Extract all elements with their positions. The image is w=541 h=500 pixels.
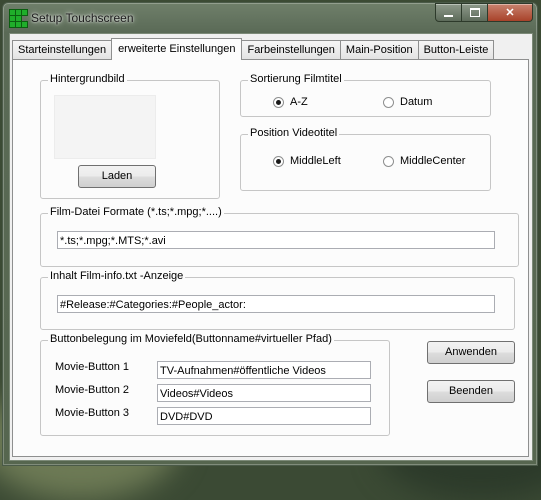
- radio-unselected-icon: [383, 96, 394, 108]
- hintergrundbild-group: Hintergrundbild Laden: [40, 73, 220, 199]
- sort-az-label: A-Z: [290, 96, 308, 108]
- caption-buttons: ✕: [435, 3, 533, 22]
- close-icon: ✕: [505, 7, 515, 19]
- position-middleleft-label: MiddleLeft: [290, 155, 341, 167]
- maximize-icon: [469, 8, 480, 17]
- tab-starteinstellungen[interactable]: Starteinstellungen: [12, 40, 113, 59]
- sortierung-legend: Sortierung Filmtitel: [248, 73, 344, 85]
- setup-window: Setup Touchscreen ✕ Starteinstellungen e…: [2, 2, 538, 466]
- apply-button[interactable]: Anwenden: [427, 341, 515, 364]
- position-middlecenter-label: MiddleCenter: [400, 155, 466, 167]
- movie-button-2-label: Movie-Button 2: [55, 384, 129, 396]
- client-area: Starteinstellungen erweiterte Einstellun…: [9, 33, 533, 461]
- position-middlecenter-radio[interactable]: MiddleCenter: [383, 155, 465, 167]
- buttonbelegung-legend: Buttonbelegung im Moviefeld(Buttonname#v…: [48, 333, 334, 345]
- buttonbelegung-group: Buttonbelegung im Moviefeld(Buttonname#v…: [40, 333, 390, 436]
- title-bar[interactable]: Setup Touchscreen ✕: [3, 3, 537, 33]
- movie-button-2-input[interactable]: Videos#Videos: [157, 384, 371, 402]
- radio-selected-icon: [273, 155, 284, 167]
- film-info-legend: Inhalt Film-info.txt -Anzeige: [48, 270, 186, 282]
- minimize-icon: [444, 14, 453, 17]
- hintergrundbild-legend: Hintergrundbild: [48, 73, 127, 85]
- tab-button-leiste[interactable]: Button-Leiste: [417, 40, 495, 59]
- quit-button[interactable]: Beenden: [427, 380, 515, 403]
- tab-farbeinstellungen[interactable]: Farbeinstellungen: [241, 40, 341, 59]
- tab-panel-erweiterte-einstellungen: Hintergrundbild Laden Sortierung Filmtit…: [12, 59, 529, 457]
- app-grid-icon: [9, 9, 28, 28]
- sortierung-group: Sortierung Filmtitel A-Z Datum: [240, 73, 491, 117]
- sort-datum-label: Datum: [400, 96, 433, 108]
- movie-button-3-label: Movie-Button 3: [55, 407, 129, 419]
- position-videotitel-group: Position Videotitel MiddleLeft MiddleCen…: [240, 127, 491, 191]
- film-info-group: Inhalt Film-info.txt -Anzeige #Release:#…: [40, 270, 515, 330]
- tab-strip: Starteinstellungen erweiterte Einstellun…: [12, 38, 495, 60]
- movie-button-1-input[interactable]: TV-Aufnahmen#öffentliche Videos: [157, 361, 371, 379]
- load-button[interactable]: Laden: [78, 165, 156, 188]
- movie-button-3-input[interactable]: DVD#DVD: [157, 407, 371, 425]
- movie-button-1-label: Movie-Button 1: [55, 361, 129, 373]
- film-formate-input[interactable]: *.ts;*.mpg;*.MTS;*.avi: [57, 231, 495, 249]
- tab-erweiterte-einstellungen[interactable]: erweiterte Einstellungen: [111, 38, 243, 60]
- position-middleleft-radio[interactable]: MiddleLeft: [273, 155, 341, 167]
- maximize-button[interactable]: [462, 3, 488, 22]
- film-formate-group: Film-Datei Formate (*.ts;*.mpg;*....) *.…: [40, 206, 519, 267]
- position-legend: Position Videotitel: [248, 127, 340, 139]
- background-preview: [54, 95, 156, 159]
- sort-datum-radio[interactable]: Datum: [383, 96, 432, 108]
- minimize-button[interactable]: [435, 3, 462, 22]
- film-info-input[interactable]: #Release:#Categories:#People_actor:: [57, 295, 495, 313]
- radio-unselected-icon: [383, 155, 394, 167]
- film-formate-legend: Film-Datei Formate (*.ts;*.mpg;*....): [48, 206, 224, 218]
- window-title: Setup Touchscreen: [31, 11, 134, 25]
- sort-az-radio[interactable]: A-Z: [273, 96, 308, 108]
- close-button[interactable]: ✕: [488, 3, 533, 22]
- tab-main-position[interactable]: Main-Position: [339, 40, 419, 59]
- radio-selected-icon: [273, 96, 284, 108]
